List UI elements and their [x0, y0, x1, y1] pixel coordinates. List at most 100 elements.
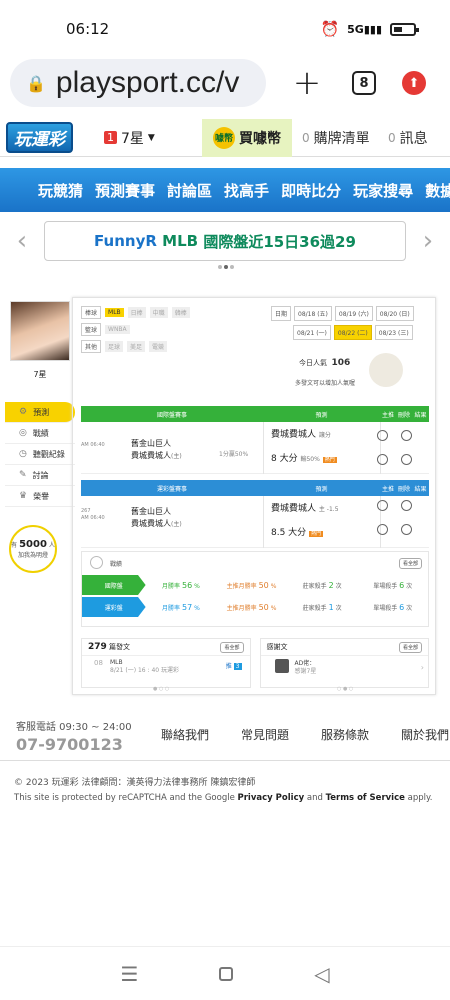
main-pick-radio[interactable] [377, 500, 388, 511]
new-tab-button[interactable]: + [292, 63, 322, 103]
mascot-icon [369, 353, 403, 387]
filter-tag[interactable]: 電競 [149, 341, 168, 352]
record-row-intl: 國際盤 月勝率 56 % 主推月勝率 50 % 莊家殺手 2 次 單場殺手 6 … [82, 574, 428, 596]
push-count: 推 3 [225, 663, 242, 670]
posts-dots: ● ○ ○ [153, 686, 170, 692]
nav-item-experts[interactable]: 找高手 [224, 180, 269, 201]
url-text: playsport.cc/v [55, 66, 240, 99]
privacy-link[interactable]: Privacy Policy [238, 793, 305, 803]
user-panel: 7星 ⚙ 預測 ◎ 戰績 ◷ 聽觀紀錄 ✎ 討論 ♛ 榮譽 有 5000 人 加我為明燈 [5, 297, 75, 573]
filter-tag[interactable]: 韓棒 [171, 307, 190, 318]
prediction-total: 8 大分 輸50% 熱門 [271, 454, 337, 464]
update-icon[interactable]: ⬆ [402, 71, 426, 95]
list-item[interactable]: AD佬： 感謝7星 [295, 660, 317, 676]
signal-5g-icon: 5G▮▮▮ [347, 22, 382, 36]
prediction-spread: 費城費城人 主 -1.5 [271, 504, 339, 514]
level-badge: 1 [104, 131, 117, 144]
date-button-selected[interactable]: 08/22 (二) [333, 325, 372, 340]
date-selector: 日期 08/18 (五) 08/19 (六) 08/20 (日) 08/21 (… [271, 306, 433, 344]
footer-link-terms[interactable]: 服務條款 [305, 726, 385, 743]
table-row: 267 AM 06:40 舊金山巨人 費城費城人(主) 費城費城人 主 -1.5 … [81, 496, 429, 548]
level-dropdown[interactable]: 1 7星 ▼ [94, 128, 202, 148]
main-pick-radio[interactable] [377, 430, 388, 441]
user-menu-record[interactable]: ◎ 戰績 [5, 423, 75, 444]
league-filters: 棒球 MLB 日棒 中職 韓棒 籃球 WNBA 其他 足球 美足 電競 [81, 306, 271, 357]
recents-icon[interactable]: ☰ [120, 962, 138, 986]
chat-icon: ✎ [19, 470, 27, 480]
popularity-hint: 多發文可以增加人氣喔 [295, 380, 356, 387]
battery-icon [390, 22, 419, 36]
matchup: 舊金山巨人 費城費城人(主) [131, 439, 182, 460]
nav-item-forum[interactable]: 討論區 [167, 180, 212, 201]
copyright: © 2023 玩運彩 法律顧問：漢英得力法律事務所 陳鎮宏律師 [14, 778, 256, 788]
date-button[interactable]: 08/23 (三) [374, 325, 413, 340]
date-button[interactable]: 08/20 (日) [375, 306, 414, 321]
footer-link-faq[interactable]: 常見問題 [225, 726, 305, 743]
user-menu-discussion[interactable]: ✎ 討論 [5, 465, 75, 486]
delete-radio[interactable] [401, 430, 412, 441]
nav-item-live-score[interactable]: 即時比分 [281, 180, 341, 201]
lock-icon: 🔒 [26, 73, 46, 93]
see-all-button[interactable]: 看全部 [220, 642, 244, 653]
today-popularity: 今日人氣 106 [299, 358, 351, 368]
posts-area: 279 篇發文 看全部 08 MLB 8/21 (一) 16 : 40 玩運彩 … [81, 638, 429, 688]
filter-tag[interactable]: MLB [105, 308, 124, 317]
cart-link[interactable]: 0 購牌清單 [292, 128, 378, 148]
posts-box: 279 篇發文 看全部 08 MLB 8/21 (一) 16 : 40 玩運彩 … [81, 638, 251, 688]
follow-lamp-badge[interactable]: 有 5000 人 加我為明燈 [9, 525, 57, 573]
user-menu-predict[interactable]: ⚙ 預測 [5, 402, 75, 423]
nav-item-predict[interactable]: 預測賽事 [95, 180, 155, 201]
chevron-right-icon[interactable]: › [406, 226, 450, 256]
message-link[interactable]: 0 訊息 [378, 128, 428, 148]
see-all-button[interactable]: 看全部 [398, 642, 422, 653]
user-menu-history[interactable]: ◷ 聽觀紀錄 [5, 444, 75, 465]
user-menu-honor[interactable]: ♛ 榮譽 [5, 486, 75, 507]
carousel-dots [218, 265, 234, 269]
delete-radio[interactable] [401, 454, 412, 465]
trophy-icon: ♛ [19, 491, 28, 501]
delete-radio[interactable] [401, 524, 412, 535]
intl-table-header: 國際盤賽事 預測 主推 刪除 結果 [81, 406, 429, 422]
alarm-icon: ⏰ [320, 20, 340, 38]
announcement-carousel: ‹ FunnyR MLB 國際盤近15日36過29 › [0, 219, 450, 263]
site-header: 玩運彩 1 7星 ▼ 噱幣 買噱幣 0 購牌清單 0 訊息 [0, 118, 450, 157]
list-item[interactable]: 08 MLB 8/21 (一) 16 : 40 玩運彩 [94, 659, 179, 675]
filter-tag[interactable]: 足球 [105, 341, 124, 352]
footer-link-about[interactable]: 關於我們 [385, 726, 450, 743]
date-button[interactable]: 08/19 (六) [334, 306, 373, 321]
chevron-right-icon[interactable]: › [421, 663, 424, 672]
see-all-button[interactable]: 看全部 [398, 558, 422, 569]
filter-tag[interactable]: WNBA [105, 325, 130, 334]
date-button[interactable]: 08/18 (五) [294, 306, 332, 321]
footer-link-contact[interactable]: 聯絡我們 [145, 726, 225, 743]
chart-icon: ◎ [19, 428, 27, 438]
lottery-table-header: 運彩盤賽事 預測 主推 刪除 結果 [81, 480, 429, 496]
main-nav: 玩競猜 預測賽事 討論區 找高手 即時比分 玩家搜尋 數據 [0, 168, 450, 212]
announcement-banner[interactable]: FunnyR MLB 國際盤近15日36過29 [44, 221, 406, 261]
user-name: 7星 [33, 370, 47, 379]
filter-tag[interactable]: 日棒 [127, 307, 146, 318]
nav-item-play[interactable]: 玩競猜 [38, 180, 83, 201]
terms-link[interactable]: Terms of Service [326, 793, 405, 803]
delete-radio[interactable] [401, 500, 412, 511]
level-label: 7星 [121, 130, 144, 147]
date-button[interactable]: 08/21 (一) [293, 325, 331, 340]
site-logo[interactable]: 玩運彩 [0, 119, 94, 157]
nav-item-data[interactable]: 數據 [425, 180, 450, 201]
matchup: 舊金山巨人 費城費城人(主) [131, 507, 182, 528]
home-icon[interactable] [219, 966, 234, 981]
tab-switcher-button[interactable]: 8 [352, 71, 376, 95]
url-bar[interactable]: 🔒 playsport.cc/v [10, 59, 266, 107]
nav-item-player-search[interactable]: 玩家搜尋 [353, 180, 413, 201]
browser-toolbar: 🔒 playsport.cc/v + 8 ⬆ [0, 58, 450, 108]
main-pick-radio[interactable] [377, 524, 388, 535]
back-icon[interactable]: ◁ [314, 962, 329, 986]
main-pick-radio[interactable] [377, 454, 388, 465]
system-nav-bar: ☰ ◁ [0, 946, 450, 1000]
filter-tag[interactable]: 美足 [127, 341, 146, 352]
coin-icon: 噱幣 [213, 126, 235, 149]
chevron-left-icon[interactable]: ‹ [0, 226, 44, 256]
avatar[interactable] [10, 301, 70, 361]
buy-coin-button[interactable]: 噱幣 買噱幣 [202, 118, 292, 157]
filter-tag[interactable]: 中職 [149, 307, 168, 318]
